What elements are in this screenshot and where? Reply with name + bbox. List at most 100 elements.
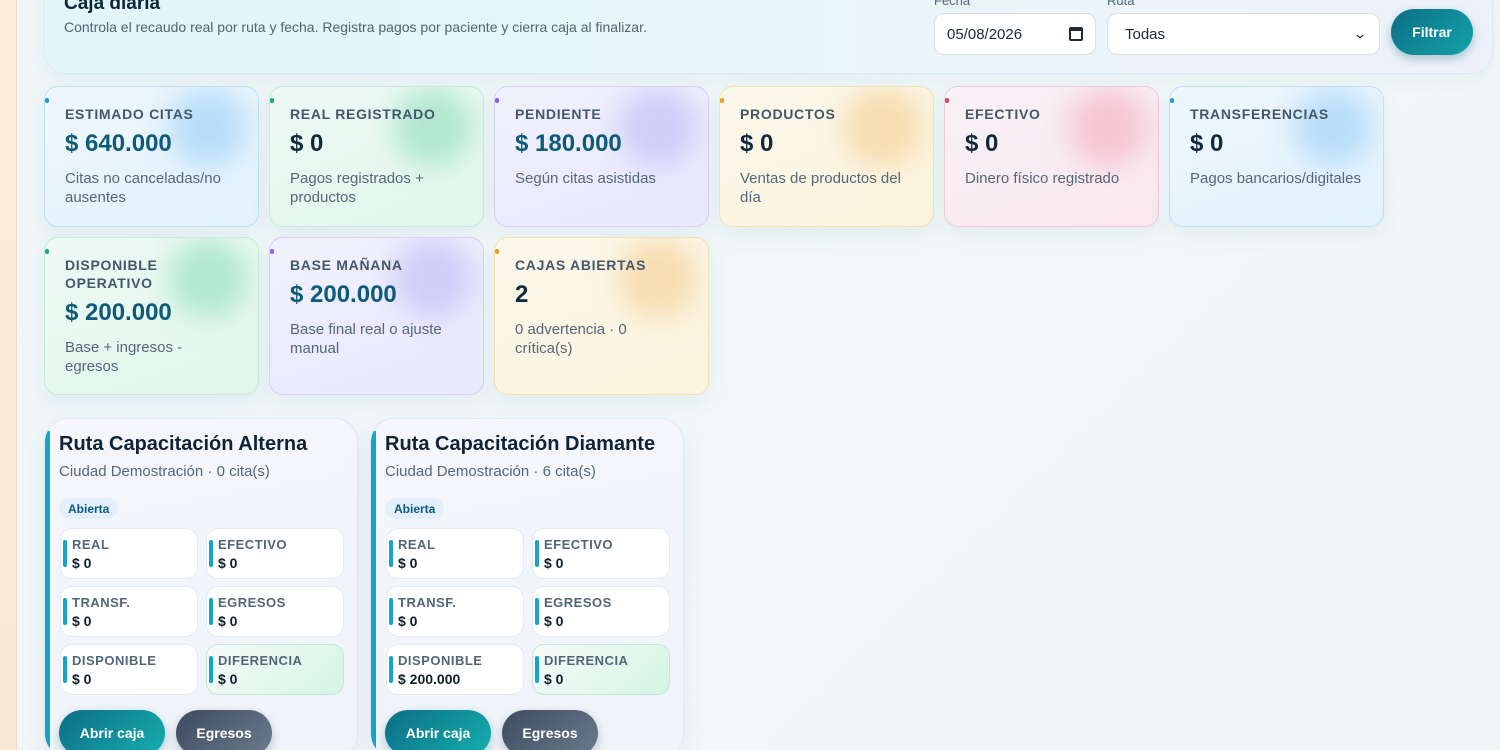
stat-dot [270,98,274,103]
stat-label: Transferencias [1190,106,1329,122]
stat-value: $ 640.000 [65,130,172,157]
metric-real: Real $ 0 [386,528,524,579]
metric-value: $ 0 [218,555,238,571]
stat-value: $ 180.000 [515,130,622,157]
stat-card-transferencias: Transferencias $ 0 Pagos bancarios/digit… [1169,86,1384,227]
stat-value: $ 0 [290,130,324,157]
metric-diferencia: Diferencia $ 0 [206,644,344,695]
route-select[interactable]: Todas ⌄ [1107,13,1380,55]
route-accent-bar [45,431,50,750]
stat-value: $ 0 [740,130,774,157]
stat-card-real-registrado: Real registrado $ 0 Pagos registrados + … [269,86,484,227]
date-label: Fecha [934,0,971,8]
metric-label: Diferencia [218,653,303,668]
route-title: Ruta Capacitación Diamante [385,433,656,455]
stat-card-pendiente: Pendiente $ 180.000 Según citas asistida… [494,86,709,227]
metric-value: $ 0 [72,613,92,629]
metric-label: Egresos [544,595,612,610]
stat-card-productos: Productos $ 0 Ventas de productos del dí… [719,86,934,227]
metric-egresos: Egresos $ 0 [532,586,670,637]
stat-card-base-manana: Base mañana $ 200.000 Base final real o … [269,237,484,395]
route-subtitle: Ciudad Demostración · 6 cita(s) [385,463,596,480]
stat-dot [45,249,49,254]
status-badge: Abierta [59,498,119,519]
calendar-icon[interactable] [1069,27,1083,41]
metric-efectivo: Efectivo $ 0 [532,528,670,579]
metric-disponible: Disponible $ 0 [60,644,198,695]
open-cash-button[interactable]: Abrir caja [59,710,165,750]
metric-real: Real $ 0 [60,528,198,579]
stat-desc: Citas no canceladas/no ausentes [65,170,221,206]
stat-label: Estimado citas [65,106,194,122]
route-title: Ruta Capacitación Alterna [59,433,308,455]
stat-label: Real registrado [290,106,436,122]
metric-label: Disponible [398,653,483,668]
chevron-down-icon: ⌄ [1352,27,1368,41]
expenses-button[interactable]: Egresos [502,710,598,750]
metric-value: $ 200.000 [398,671,461,687]
stat-card-efectivo: Efectivo $ 0 Dinero físico registrado [944,86,1159,227]
filter-button[interactable]: Filtrar [1391,9,1473,55]
metric-diferencia: Diferencia $ 0 [532,644,670,695]
metric-disponible: Disponible $ 200.000 [386,644,524,695]
date-input[interactable]: 05/08/2026 [934,13,1096,55]
stat-desc: Según citas asistidas [515,170,656,187]
stat-label: Base mañana [290,257,403,273]
metric-label: Efectivo [218,537,288,552]
stat-dot [720,98,724,103]
stat-label: Disponible operativo [65,257,158,291]
stat-dot [495,249,499,254]
metric-egresos: Egresos $ 0 [206,586,344,637]
stat-label: Pendiente [515,106,602,122]
metric-value: $ 0 [218,671,238,687]
stat-card-estimado-citas: Estimado citas $ 640.000 Citas no cancel… [44,86,259,227]
open-cash-button[interactable]: Abrir caja [385,710,491,750]
metric-value: $ 0 [398,613,418,629]
stat-desc: Pagos registrados + productos [290,170,424,206]
route-card-diamante: Ruta Capacitación Diamante Ciudad Demost… [370,418,684,750]
stat-card-disponible-operativo: Disponible operativo $ 200.000 Base + in… [44,237,259,395]
metric-efectivo: Efectivo $ 0 [206,528,344,579]
metric-transf: Transf. $ 0 [386,586,524,637]
stat-desc: 0 advertencia · 0 crítica(s) [515,321,627,357]
expenses-button[interactable]: Egresos [176,710,272,750]
metric-transf: Transf. $ 0 [60,586,198,637]
metric-label: Real [398,537,436,552]
status-badge: Abierta [385,498,445,519]
stat-value: $ 200.000 [290,281,397,308]
metric-label: Transf. [72,595,131,610]
metric-label: Diferencia [544,653,629,668]
metric-value: $ 0 [72,671,92,687]
stat-dot [1170,98,1174,103]
page-subtitle: Controla el recaudo real por ruta y fech… [64,19,647,35]
metric-value: $ 0 [218,613,238,629]
stat-label: Efectivo [965,106,1041,122]
route-subtitle: Ciudad Demostración · 0 cita(s) [59,463,270,480]
metric-value: $ 0 [544,671,564,687]
stat-desc: Dinero físico registrado [965,170,1120,187]
metric-value: $ 0 [544,555,564,571]
route-card-alterna: Ruta Capacitación Alterna Ciudad Demostr… [44,418,358,750]
metric-value: $ 0 [72,555,92,571]
route-accent-bar [371,431,376,750]
stat-label: Cajas abiertas [515,257,647,273]
stat-dot [945,98,949,103]
stat-desc: Base final real o ajuste manual [290,321,442,357]
stat-desc: Base + ingresos - egresos [65,339,183,375]
left-sidebar-edge [0,0,17,750]
stat-label: Productos [740,106,836,122]
metric-label: Transf. [398,595,457,610]
stat-value: 2 [515,281,529,308]
stat-value: $ 200.000 [65,299,172,326]
stat-desc: Pagos bancarios/digitales [1190,170,1361,187]
stat-dot [270,249,274,254]
metric-value: $ 0 [544,613,564,629]
stat-desc: Ventas de productos del día [740,170,901,206]
stat-value: $ 0 [965,130,999,157]
metric-label: Disponible [72,653,157,668]
stat-dot [495,98,499,103]
stat-card-cajas-abiertas: Cajas abiertas 2 0 advertencia · 0 críti… [494,237,709,395]
metric-value: $ 0 [398,555,418,571]
page-title: Caja diaria [64,0,161,14]
route-label: Ruta [1107,0,1135,8]
